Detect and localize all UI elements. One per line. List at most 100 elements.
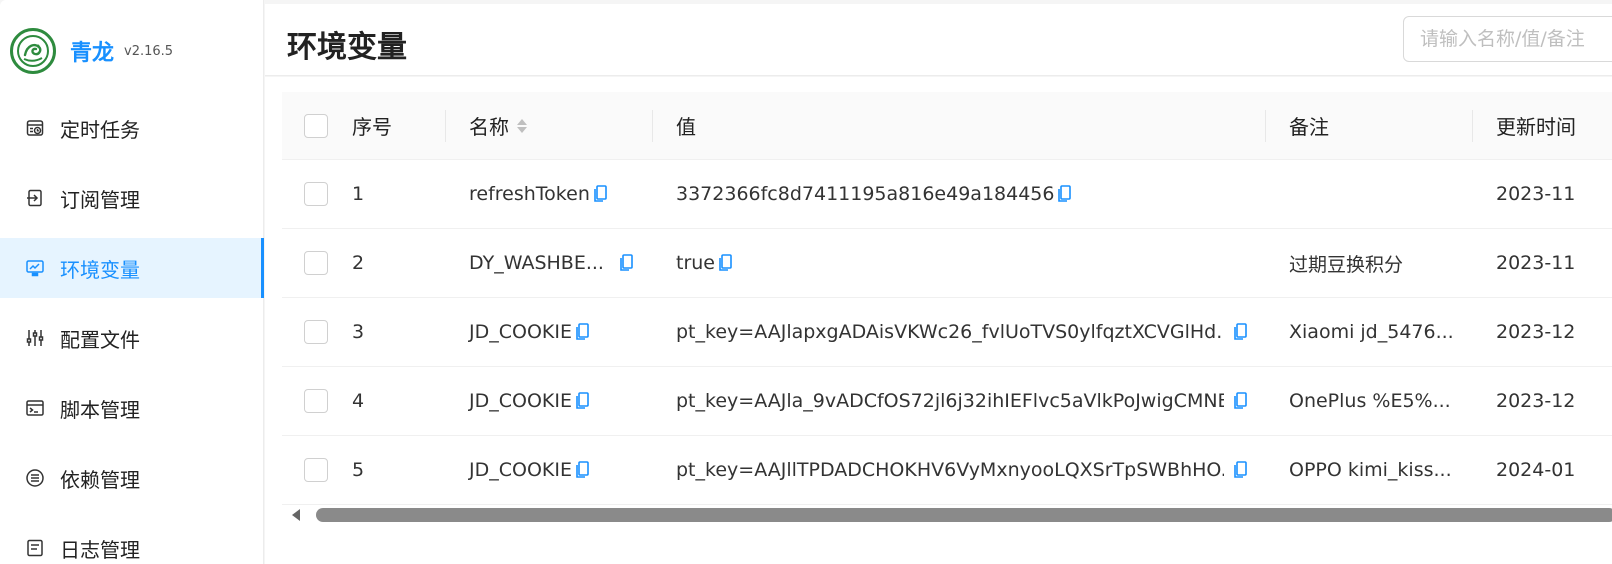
row-index: 3 [352, 321, 365, 343]
row-name-cell: JD_COOKIE [446, 321, 653, 343]
row-remark: 过期豆换积分 [1289, 253, 1404, 276]
copy-icon[interactable] [618, 253, 634, 273]
table-row: 5 JD_COOKIE pt_key=AAJllTPDADCHOKHV6VyMx… [282, 436, 1612, 505]
sidebar-item-label: 环境变量 [60, 257, 140, 282]
column-header-name-label: 名称 [469, 115, 509, 139]
sidebar-item-config-files[interactable]: 配置文件 [0, 308, 264, 368]
row-name: JD_COOKIE [469, 321, 572, 343]
row-name: JD_COOKIE [469, 390, 572, 412]
row-checkbox[interactable] [304, 389, 328, 413]
row-value-cell: pt_key=AAJlapxgADAisVKWc26_fvlUoTVS0ylfq… [653, 321, 1266, 343]
sidebar-item-scripts[interactable]: 脚本管理 [0, 378, 264, 438]
app-window: 青龙 v2.16.5 定时任务 订阅管理 环境变量 配置文件 脚本管理 依赖管理… [0, 0, 1612, 564]
row-index: 2 [352, 252, 365, 274]
copy-icon[interactable] [1232, 322, 1248, 342]
sidebar-item-label: 定时任务 [60, 117, 140, 142]
row-checkbox[interactable] [304, 182, 328, 206]
sidebar-item-label: 配置文件 [60, 327, 140, 352]
sidebar-item-logs[interactable]: 日志管理 [0, 518, 264, 564]
copy-icon[interactable] [717, 253, 733, 273]
row-name-cell: refreshToken [446, 183, 653, 205]
row-value-cell: pt_key=AAJla_9vADCfOS72jl6j32ihIEFlvc5aV… [653, 390, 1266, 412]
header-checkbox-cell [282, 113, 352, 138]
row-value: 3372366fc8d7411195a816e49a184456 [676, 183, 1055, 205]
app-title: 青龙 [70, 41, 115, 66]
clock-task-icon [24, 117, 46, 139]
table-row: 1 refreshToken 3372366fc8d7411195a816e49… [282, 160, 1612, 229]
column-divider [1265, 110, 1266, 142]
row-value: true [676, 252, 715, 274]
row-remark: OnePlus %E5%... [1289, 390, 1451, 412]
column-header-name[interactable]: 名称 [446, 111, 653, 140]
row-name-cell: DY_WASHBE... [446, 252, 653, 274]
row-name-cell: JD_COOKIE [446, 459, 653, 481]
horizontal-scrollbar[interactable] [282, 506, 1612, 524]
row-checkbox[interactable] [304, 251, 328, 275]
row-checkbox[interactable] [304, 320, 328, 344]
copy-icon[interactable] [1232, 391, 1248, 411]
env-table: 序号 名称 值 备注 更新时间 1 refreshToken 3372366fc… [282, 92, 1612, 505]
sidebar-item-label: 脚本管理 [60, 397, 140, 422]
log-icon [24, 537, 46, 559]
table-row: 2 DY_WASHBE... true 过期豆换积分 2023-11 [282, 229, 1612, 298]
row-value: pt_key=AAJla_9vADCfOS72jl6j32ihIEFlvc5aV… [676, 390, 1224, 412]
terminal-icon [24, 397, 46, 419]
row-value-cell: 3372366fc8d7411195a816e49a184456 [653, 183, 1266, 205]
page-title: 环境变量 [287, 30, 407, 65]
sidebar-item-cron-tasks[interactable]: 定时任务 [0, 98, 264, 158]
row-checkbox[interactable] [304, 458, 328, 482]
logo: 青龙 v2.16.5 [10, 28, 173, 74]
table-row: 4 JD_COOKIE pt_key=AAJla_9vADCfOS72jl6j3… [282, 367, 1612, 436]
sidebar-item-subscriptions[interactable]: 订阅管理 [0, 168, 264, 228]
sidebar: 青龙 v2.16.5 定时任务 订阅管理 环境变量 配置文件 脚本管理 依赖管理… [0, 0, 264, 564]
subscription-icon [24, 187, 46, 209]
app-version: v2.16.5 [124, 43, 174, 59]
sidebar-item-label: 日志管理 [60, 537, 140, 562]
sort-icon[interactable] [517, 118, 527, 133]
row-index: 1 [352, 183, 365, 205]
copy-icon[interactable] [574, 322, 590, 342]
scrollbar-thumb[interactable] [316, 508, 1612, 522]
column-divider [652, 110, 653, 142]
sidebar-item-env-variables[interactable]: 环境变量 [0, 238, 264, 298]
scroll-left-arrow-icon[interactable] [292, 509, 300, 521]
row-updated: 2023-11 [1496, 183, 1576, 205]
copy-icon[interactable] [1056, 184, 1072, 204]
page-header: 环境变量 [265, 4, 1612, 76]
row-value: pt_key=AAJllTPDADCHOKHV6VyMxnyooLQXSrTpS… [676, 459, 1224, 481]
table-row: 3 JD_COOKIE pt_key=AAJlapxgADAisVKWc26_f… [282, 298, 1612, 367]
copy-icon[interactable] [1232, 460, 1248, 480]
row-updated: 2023-11 [1496, 252, 1576, 274]
row-index: 5 [352, 459, 365, 481]
row-updated: 2024-01 [1496, 459, 1576, 481]
column-header-index: 序号 [352, 115, 392, 139]
column-divider [1472, 110, 1473, 142]
row-remark: OPPO kimi_kiss... [1289, 459, 1452, 481]
search-input[interactable] [1403, 16, 1612, 62]
copy-icon[interactable] [592, 184, 608, 204]
sidebar-nav: 定时任务 订阅管理 环境变量 配置文件 脚本管理 依赖管理 日志管理 [0, 98, 264, 564]
row-updated: 2023-12 [1496, 390, 1576, 412]
column-header-remark: 备注 [1289, 115, 1329, 139]
row-checkbox-cell [282, 389, 352, 413]
column-header-value: 值 [676, 115, 696, 139]
sidebar-item-label: 订阅管理 [60, 187, 140, 212]
sidebar-item-dependencies[interactable]: 依赖管理 [0, 448, 264, 508]
row-checkbox-cell [282, 320, 352, 344]
row-name: DY_WASHBE... [469, 252, 604, 274]
row-checkbox-cell [282, 458, 352, 482]
row-value: pt_key=AAJlapxgADAisVKWc26_fvlUoTVS0ylfq… [676, 321, 1224, 343]
row-name-cell: JD_COOKIE [446, 390, 653, 412]
row-checkbox-cell [282, 182, 352, 206]
row-remark: Xiaomi jd_5476... [1289, 321, 1454, 343]
row-value-cell: true [653, 252, 1266, 274]
sliders-icon [24, 327, 46, 349]
copy-icon[interactable] [574, 391, 590, 411]
dragon-logo-icon [10, 28, 56, 74]
select-all-checkbox[interactable] [304, 113, 328, 138]
main-content: 序号 名称 值 备注 更新时间 1 refreshToken 3372366fc… [265, 77, 1612, 564]
table-header: 序号 名称 值 备注 更新时间 [282, 92, 1612, 160]
copy-icon[interactable] [574, 460, 590, 480]
row-name: refreshToken [469, 183, 590, 205]
row-value-cell: pt_key=AAJllTPDADCHOKHV6VyMxnyooLQXSrTpS… [653, 459, 1266, 481]
